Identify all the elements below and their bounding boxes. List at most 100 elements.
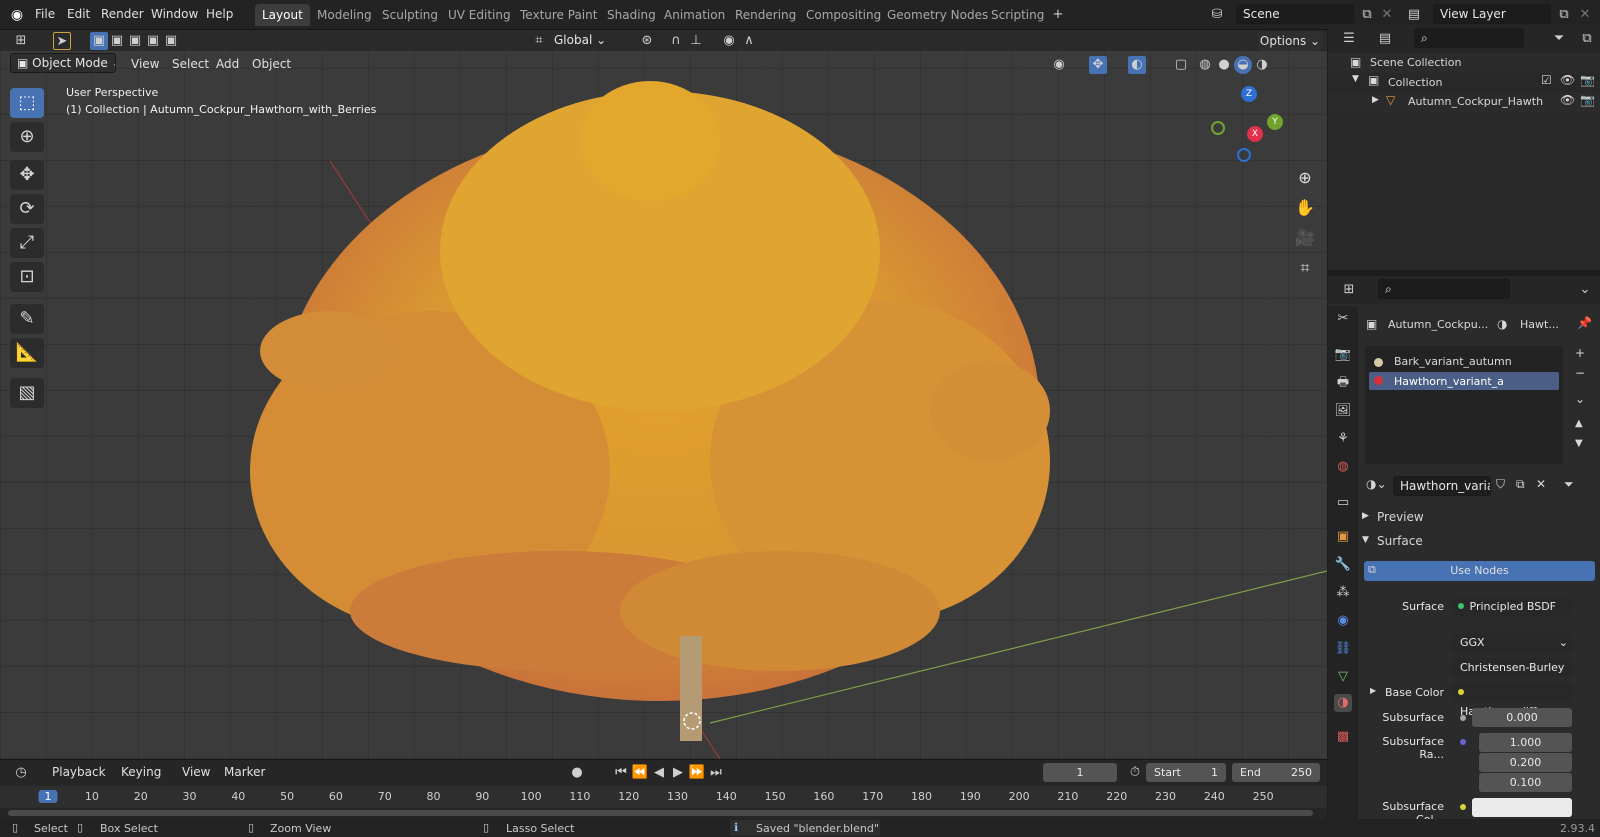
tab-modeling[interactable]: Modeling <box>310 4 379 26</box>
end-frame-field[interactable]: End 250 <box>1232 763 1320 782</box>
jump-end-icon[interactable]: ⏭ <box>707 764 725 782</box>
display-mode-icon[interactable]: ▤ <box>1376 30 1394 48</box>
surface-shader-field[interactable]: Principled BSDF <box>1452 597 1572 616</box>
tab-layout[interactable]: Layout <box>255 4 310 26</box>
view-layer-tab-icon[interactable]: 🖼 <box>1334 402 1352 420</box>
options-dropdown[interactable]: Options ⌄ <box>1258 31 1322 51</box>
timeline-playback-menu[interactable]: Playback <box>52 765 106 779</box>
subsurface-field[interactable]: 0.000 <box>1472 708 1572 727</box>
pan-hand-icon[interactable]: ✋ <box>1290 195 1320 221</box>
surface-expand-icon[interactable]: ▼ <box>1362 535 1369 545</box>
mode-dropdown[interactable]: ▣ Object Mode ⌄ <box>10 53 116 73</box>
properties-options-icon[interactable]: ⌄ <box>1576 281 1594 299</box>
timeline-scrollbar[interactable] <box>8 810 1313 816</box>
view-layer-field[interactable]: View Layer <box>1433 4 1551 24</box>
measure-tool-icon[interactable]: 📐 <box>10 338 44 368</box>
preview-expand-icon[interactable]: ▶ <box>1362 511 1369 521</box>
tab-compositing[interactable]: Compositing <box>799 4 888 26</box>
wireframe-shading-icon[interactable]: ◍ <box>1196 56 1214 74</box>
proportional-falloff-icon[interactable]: ∧ <box>740 32 758 50</box>
modifier-tab-icon[interactable]: 🔧 <box>1334 556 1352 574</box>
slot-specials-icon[interactable]: ⌄ <box>1575 392 1585 406</box>
mode-intersect-icon[interactable]: ▣ <box>162 32 180 50</box>
gizmo-x-axis[interactable]: X <box>1247 126 1263 142</box>
scale-tool-icon[interactable]: ⤢ <box>10 228 44 258</box>
expand-object-icon[interactable]: ▶ <box>1372 95 1379 105</box>
object-tab-icon[interactable]: ▣ <box>1334 528 1352 546</box>
move-tool-icon[interactable]: ✥ <box>10 160 44 190</box>
snap-target-icon[interactable]: ⊥ <box>687 32 705 50</box>
gizmo-y-axis[interactable]: Y <box>1267 114 1283 130</box>
menu-render[interactable]: Render <box>101 7 144 21</box>
overlay-toggle-icon[interactable]: ◐ <box>1128 56 1146 74</box>
collection-tab-icon[interactable]: ▭ <box>1334 494 1352 512</box>
viewport-menu-add[interactable]: Add <box>216 57 239 71</box>
solid-shading-icon[interactable]: ● <box>1215 56 1233 74</box>
viewport-menu-view[interactable]: View <box>131 57 159 71</box>
collection-checkbox[interactable]: ☑ <box>1541 73 1552 87</box>
new-collection-icon[interactable]: ⧉ <box>1578 30 1596 48</box>
distribution-dropdown[interactable]: GGX ⌄ <box>1452 633 1572 652</box>
mode-subtract-icon[interactable]: ▣ <box>126 32 144 50</box>
tab-animation[interactable]: Animation <box>657 4 732 26</box>
tab-texture-paint[interactable]: Texture Paint <box>513 4 604 26</box>
scene-field[interactable]: Scene <box>1236 4 1354 24</box>
output-tab-icon[interactable]: 🖶 <box>1334 374 1352 392</box>
subsurface-method-dropdown[interactable]: Christensen-Burley⌄ <box>1452 658 1572 693</box>
base-color-field[interactable]: Hawthorn_diffuse.... <box>1452 683 1572 718</box>
preview-panel-header[interactable]: Preview <box>1377 510 1424 524</box>
add-cube-tool-icon[interactable]: ▧ <box>10 378 44 408</box>
browse-material-icon[interactable]: ◑⌄ <box>1366 477 1387 491</box>
outliner-search-field[interactable]: ⌕ <box>1414 28 1524 48</box>
use-nodes-button[interactable]: Use Nodes <box>1364 561 1595 581</box>
gizmo-neg-y[interactable] <box>1211 121 1225 135</box>
material-tab-icon[interactable]: ◑ <box>1334 694 1352 712</box>
tab-sculpting[interactable]: Sculpting <box>375 4 445 26</box>
collection-label[interactable]: Collection <box>1388 76 1442 89</box>
mode-set-icon[interactable]: ▣ <box>90 32 108 50</box>
select-box-tool-icon[interactable]: ⬚ <box>10 88 44 118</box>
viewport-menu-select[interactable]: Select <box>172 57 209 71</box>
pivot-icon[interactable]: ⊛ <box>638 32 656 50</box>
collection-render-icon[interactable]: 📷 <box>1580 73 1595 87</box>
move-slot-down-icon[interactable]: ▼ <box>1575 438 1583 449</box>
viewport-menu-object[interactable]: Object <box>252 57 291 71</box>
subsurface-color-swatch[interactable] <box>1472 798 1572 817</box>
stopwatch-icon[interactable]: ⏱ <box>1126 764 1144 782</box>
outliner-editor-icon[interactable]: ☰ <box>1340 30 1358 48</box>
physics-tab-icon[interactable]: ◉ <box>1334 612 1352 630</box>
properties-editor-icon[interactable]: ⊞ <box>1340 281 1358 299</box>
particles-tab-icon[interactable]: ⁂ <box>1334 584 1352 602</box>
data-tab-icon[interactable]: ▽ <box>1334 668 1352 686</box>
gizmo-toggle-icon[interactable]: ✥ <box>1089 56 1107 74</box>
gizmo-neg-z[interactable] <box>1237 148 1251 162</box>
transform-orientation-dropdown[interactable]: Global ⌄ <box>548 31 628 51</box>
add-workspace-icon[interactable]: + <box>1049 6 1067 24</box>
new-scene-icon[interactable]: ⧉ <box>1358 6 1376 24</box>
remove-slot-icon[interactable]: − <box>1575 366 1585 380</box>
move-slot-up-icon[interactable]: ▲ <box>1575 418 1583 429</box>
jump-keyframe-back-icon[interactable]: ⏪ <box>631 764 649 782</box>
xray-icon[interactable]: ▢ <box>1172 56 1190 74</box>
filter-icon[interactable]: ⏷ <box>1550 30 1568 48</box>
jump-keyframe-forward-icon[interactable]: ⏩ <box>688 764 706 782</box>
cursor-tool-icon[interactable]: ⊕ <box>10 122 44 152</box>
scene-icon[interactable]: ⛁ <box>1208 6 1226 24</box>
subsurface-radius-z-field[interactable]: 0.100 <box>1479 773 1572 792</box>
tab-scripting[interactable]: Scripting <box>984 4 1051 26</box>
material-shading-icon[interactable]: ◒ <box>1234 56 1252 74</box>
tab-geometry-nodes[interactable]: Geometry Nodes <box>880 4 995 26</box>
tab-uv-editing[interactable]: UV Editing <box>441 4 518 26</box>
texture-tab-icon[interactable]: ▩ <box>1334 728 1352 746</box>
mode-difference-icon[interactable]: ▣ <box>144 32 162 50</box>
record-icon[interactable]: ● <box>568 764 586 782</box>
play-reverse-icon[interactable]: ◀ <box>650 764 668 782</box>
surface-panel-header[interactable]: Surface <box>1377 534 1423 548</box>
transform-tool-icon[interactable]: ⊡ <box>10 262 44 292</box>
tab-shading[interactable]: Shading <box>600 4 663 26</box>
select-tool-icon[interactable]: ➤ <box>53 32 71 50</box>
timeline-marker-menu[interactable]: Marker <box>224 765 265 779</box>
navigation-gizmo[interactable]: Z Y X <box>1205 86 1295 166</box>
mode-extend-icon[interactable]: ▣ <box>108 32 126 50</box>
world-tab-icon[interactable]: ◍ <box>1334 458 1352 476</box>
